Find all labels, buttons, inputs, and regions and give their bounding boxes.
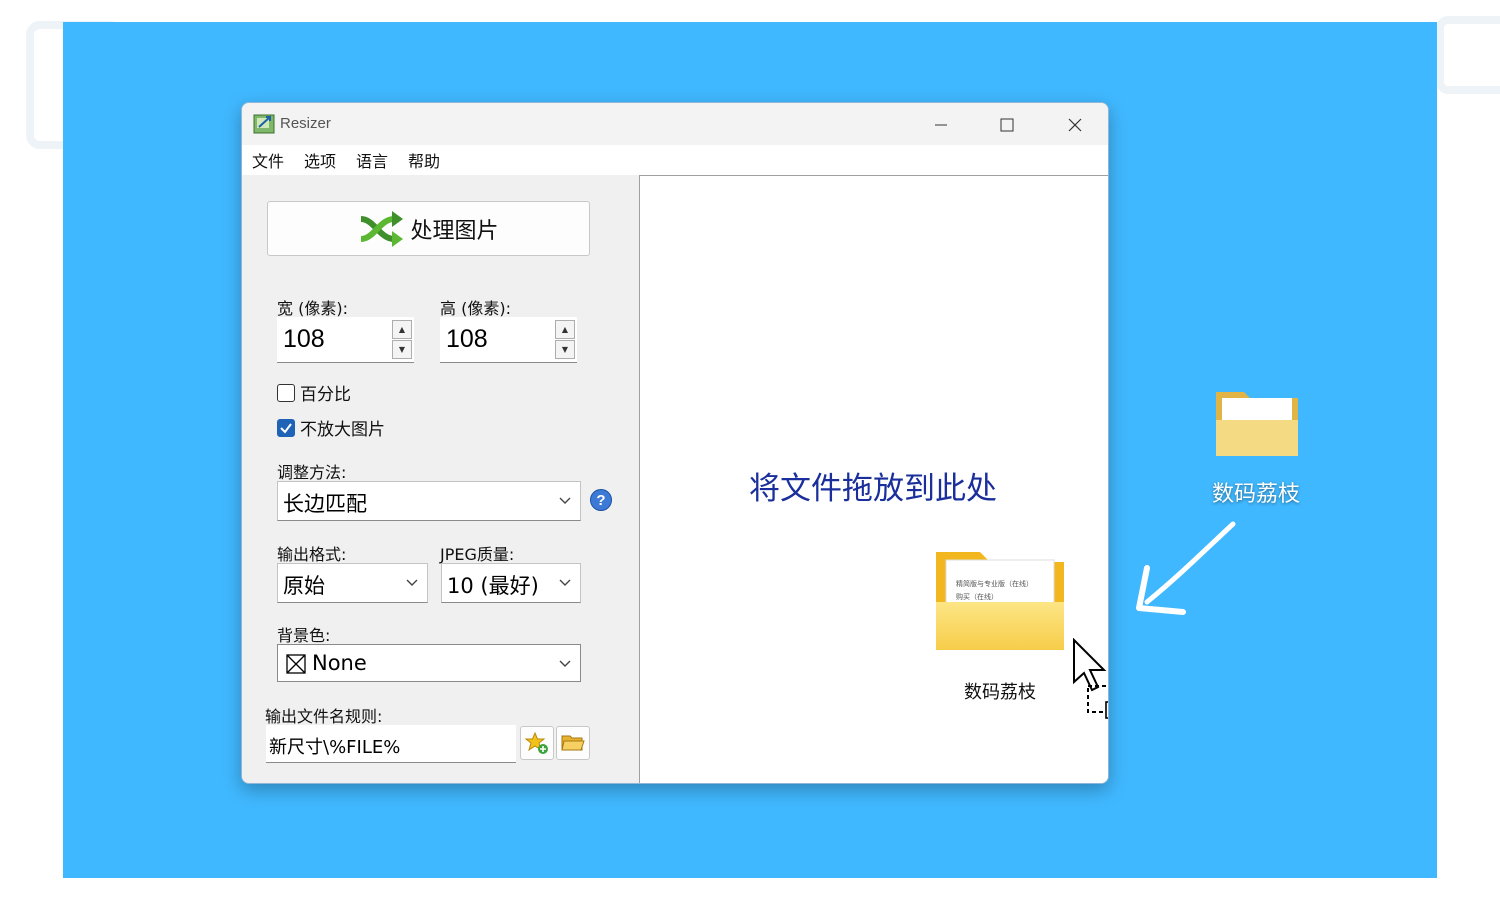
- help-icon[interactable]: ?: [590, 489, 612, 511]
- process-images-label: 处理图片: [410, 218, 499, 244]
- width-decrement-button[interactable]: ▼: [392, 340, 412, 359]
- no-enlarge-label: 不放大图片: [300, 420, 385, 440]
- format-value: 原始: [283, 574, 325, 598]
- arrow-up-icon: ▲: [561, 325, 569, 334]
- title-bar: Resizer: [242, 103, 1108, 145]
- desktop-folder-icon[interactable]: [1212, 388, 1302, 460]
- percent-checkbox[interactable]: [277, 383, 295, 402]
- percent-label: 百分比: [300, 385, 351, 405]
- background-color-value: None: [312, 651, 367, 675]
- height-value: 108: [446, 325, 488, 353]
- desktop-folder-label: 数码荔枝: [1211, 482, 1300, 507]
- window-title: Resizer: [280, 115, 331, 132]
- method-select[interactable]: 长边匹配: [277, 481, 581, 521]
- browse-folder-button[interactable]: [556, 726, 590, 760]
- minimize-button[interactable]: [918, 109, 964, 141]
- close-button[interactable]: [1052, 109, 1098, 141]
- width-label: 宽 (像素):: [277, 299, 348, 318]
- shuffle-icon: [360, 210, 404, 247]
- folder-doc-line-1: 精简版与专业版（在线）: [956, 579, 1033, 588]
- arrow-up-icon: ▲: [398, 325, 406, 334]
- variable-add-icon: [525, 731, 548, 754]
- method-label: 调整方法:: [277, 463, 347, 482]
- menu-options[interactable]: 选项: [304, 148, 336, 172]
- arrow-down-icon: ▼: [398, 345, 406, 354]
- folder-open-icon: [561, 735, 585, 751]
- chevron-down-icon: [406, 579, 418, 586]
- minimize-icon: [935, 124, 947, 126]
- folder-doc-line-2: 购买（在线）: [956, 592, 998, 601]
- percent-checkbox-row[interactable]: 百分比: [277, 380, 351, 405]
- height-increment-button[interactable]: ▲: [555, 320, 575, 339]
- dragged-folder-icon: 精简版与专业版（在线） 购买（在线）: [936, 552, 1064, 650]
- height-spin-buttons: ▲ ▼: [555, 319, 577, 361]
- no-enlarge-checkbox-row[interactable]: 不放大图片: [277, 415, 385, 440]
- no-color-swatch-icon: [286, 654, 306, 674]
- chevron-down-icon: [559, 497, 571, 504]
- drop-zone[interactable]: 将文件拖放到此处 精简版与专业版（在线） 购买（在线） 数码荔枝: [639, 175, 1108, 783]
- checkmark-icon: [280, 422, 292, 434]
- height-label: 高 (像素):: [440, 299, 511, 318]
- drop-hint: 将文件拖放到此处: [749, 471, 997, 507]
- width-value: 108: [283, 325, 325, 353]
- jpeg-quality-select[interactable]: 10 (最好): [441, 563, 581, 603]
- output-filename-label: 输出文件名规则:: [265, 707, 383, 726]
- output-filename-input[interactable]: 新尺寸\%FILE%: [266, 725, 516, 763]
- method-value: 长边匹配: [283, 492, 367, 516]
- jpeg-quality-value: 10 (最好): [447, 574, 539, 598]
- width-spin-buttons: ▲ ▼: [392, 319, 414, 361]
- resizer-window: Resizer 文件 选项 语言 帮助 处理图片 宽 (像素): 108 ▲ ▼…: [241, 102, 1109, 784]
- height-spinbox[interactable]: 108 ▲ ▼: [440, 317, 577, 363]
- no-enlarge-checkbox[interactable]: [277, 418, 295, 437]
- width-increment-button[interactable]: ▲: [392, 320, 412, 339]
- chevron-down-icon: [559, 660, 571, 667]
- maximize-icon: [1000, 118, 1014, 132]
- maximize-button[interactable]: [984, 109, 1030, 141]
- height-decrement-button[interactable]: ▼: [555, 340, 575, 359]
- menu-help[interactable]: 帮助: [408, 148, 440, 172]
- width-spinbox[interactable]: 108 ▲ ▼: [277, 317, 414, 363]
- resizer-app-icon: [253, 114, 275, 134]
- background-color-select[interactable]: None: [277, 644, 581, 682]
- format-select[interactable]: 原始: [277, 563, 428, 603]
- format-label: 输出格式:: [277, 545, 347, 564]
- output-filename-value: 新尺寸\%FILE%: [269, 737, 401, 758]
- dragged-folder-label: 数码荔枝: [964, 682, 1036, 703]
- menu-language[interactable]: 语言: [356, 148, 388, 172]
- close-icon: [1068, 118, 1082, 132]
- insert-variable-button[interactable]: [520, 726, 554, 760]
- process-images-button[interactable]: 处理图片: [267, 201, 590, 256]
- menu-file[interactable]: 文件: [252, 148, 284, 172]
- settings-pane: 处理图片 宽 (像素): 108 ▲ ▼ 高 (像素): 108 ▲ ▼ 百分比: [242, 175, 639, 783]
- menu-bar: 文件 选项 语言 帮助: [242, 145, 1108, 175]
- drag-cursor-icon: [1073, 638, 1108, 719]
- background-color-label: 背景色:: [277, 626, 331, 645]
- arrow-down-icon: ▼: [561, 345, 569, 354]
- drag-direction-arrow-icon: [1136, 521, 1236, 615]
- chevron-down-icon: [559, 579, 571, 586]
- jpeg-quality-label: JPEG质量:: [440, 545, 515, 564]
